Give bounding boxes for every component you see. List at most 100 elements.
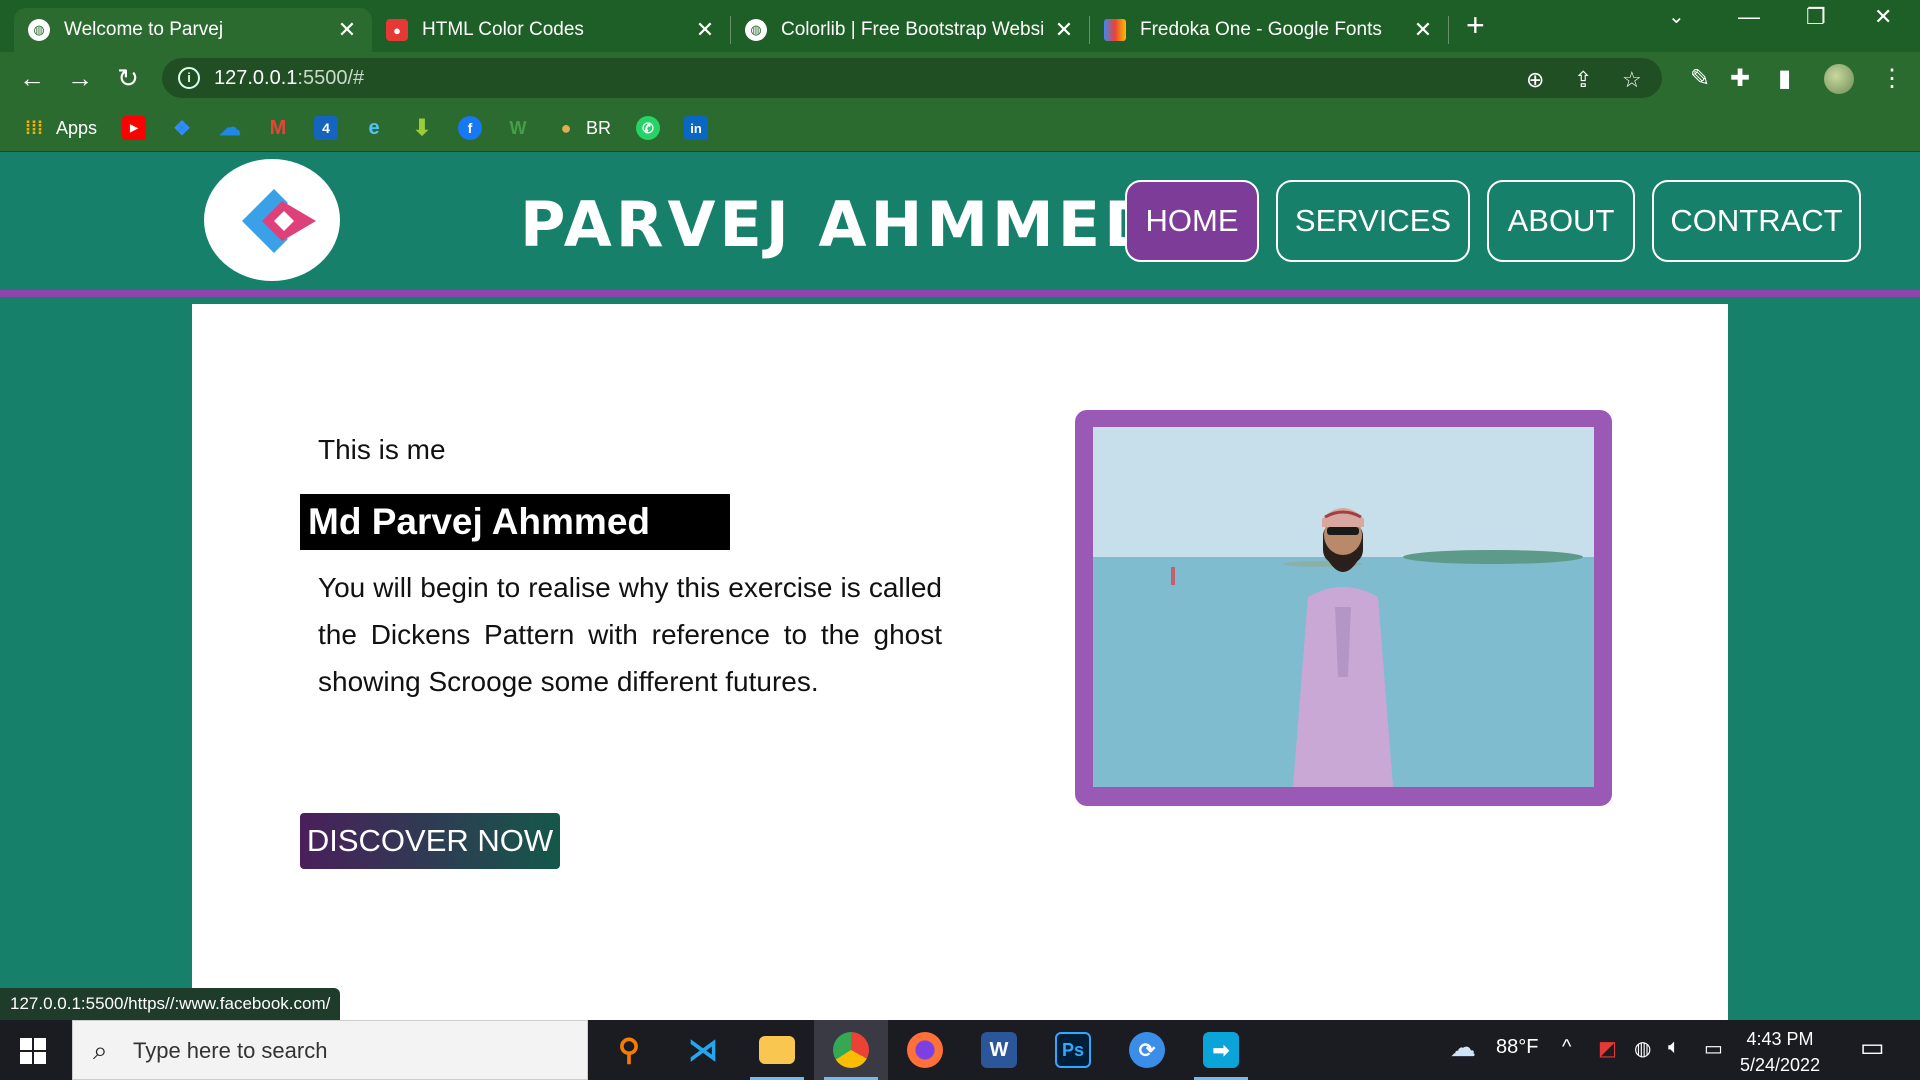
site-info-icon[interactable]: i — [178, 67, 200, 89]
taskbar-clock[interactable]: 4:43 PM 5/24/2022 — [1740, 1026, 1820, 1078]
windows-start-icon[interactable] — [20, 1038, 46, 1064]
name-heading: Md Parvej Ahmmed — [300, 494, 730, 550]
menu-kebab-icon[interactable]: ⋮ — [1880, 64, 1904, 93]
bookmark-linkedin[interactable]: in — [684, 116, 708, 140]
tab-colorlib[interactable]: ◍ Colorlib | Free Bootstrap Website ✕ — [731, 8, 1089, 52]
tab-welcome-to-parvej[interactable]: ◍ Welcome to Parvej ✕ — [14, 8, 372, 52]
share-icon[interactable]: ⇪ — [1574, 67, 1592, 93]
firefox-icon — [907, 1032, 943, 1068]
extension-pen-icon[interactable]: ✎ — [1690, 64, 1710, 93]
url-host: 127.0.0.1 — [214, 67, 298, 89]
bookmark-download[interactable]: ⬇ — [410, 115, 434, 140]
bookmark-edge[interactable]: e — [362, 116, 386, 140]
extensions-puzzle-icon[interactable]: ✚ — [1730, 64, 1750, 93]
url-text: 127.0.0.1:5500/# — [214, 67, 364, 90]
site-title: PARVEJ AHMMED — [520, 188, 1160, 261]
url-path: :5500/# — [297, 67, 365, 89]
taskbar-search-app[interactable]: ⚲ — [592, 1020, 666, 1080]
search-placeholder: Type here to search — [133, 1038, 328, 1063]
profile-photo — [1093, 427, 1594, 787]
forward-arrow-icon[interactable]: → — [62, 60, 98, 96]
chrome-icon — [833, 1032, 869, 1068]
bookmark-w[interactable]: W — [506, 116, 530, 140]
youtube-icon: ▶ — [122, 116, 146, 140]
photoshop-icon: Ps — [1055, 1032, 1091, 1068]
close-tab-icon[interactable]: ✕ — [1053, 17, 1075, 43]
bookmark-youtube[interactable]: ▶ — [122, 116, 146, 140]
bookmark-facebook[interactable]: f — [458, 116, 482, 140]
magnifier-app-icon: ⚲ — [618, 1033, 640, 1067]
bookmark-star-icon[interactable]: ☆ — [1622, 67, 1642, 93]
download-arrow-icon: ⬇ — [412, 115, 432, 140]
site-logo[interactable] — [204, 159, 340, 281]
profile-avatar[interactable] — [1824, 64, 1854, 94]
weather-cloud-icon[interactable]: ☁ — [1450, 1032, 1476, 1063]
tab-html-color-codes[interactable]: ● HTML Color Codes ✕ — [372, 8, 730, 52]
folder-icon — [759, 1036, 795, 1064]
tray-chevron-up-icon[interactable]: ^ — [1562, 1036, 1571, 1059]
browser-tab-bar: ◍ Welcome to Parvej ✕ ● HTML Color Codes… — [0, 0, 1920, 52]
taskbar-search-box[interactable]: ⌕ Type here to search — [72, 1020, 588, 1080]
side-panel-icon[interactable]: ▮ — [1778, 64, 1791, 93]
discover-now-button[interactable]: DISCOVER NOW — [300, 813, 560, 869]
zoom-icon[interactable]: ⊕ — [1526, 67, 1544, 93]
new-tab-icon[interactable]: + — [1466, 8, 1485, 42]
back-arrow-icon[interactable]: ← — [14, 60, 50, 96]
close-tab-icon[interactable]: ✕ — [694, 17, 716, 43]
edge-icon: e — [368, 116, 380, 139]
notifications-icon[interactable]: ▭ — [1860, 1032, 1885, 1063]
reload-icon[interactable]: ↻ — [110, 60, 146, 96]
acrobat-tray-icon[interactable]: ◩ — [1598, 1036, 1617, 1061]
taskbar-vscode[interactable]: ⋊ — [666, 1020, 740, 1080]
description-text: You will begin to realise why this exerc… — [318, 572, 942, 697]
network-globe-icon[interactable]: ◍ — [1634, 1036, 1651, 1061]
bookmark-4shared[interactable]: 4 — [314, 116, 338, 140]
battery-icon[interactable]: ▭ — [1704, 1036, 1723, 1061]
close-tab-icon[interactable]: ✕ — [1412, 17, 1434, 43]
br-bookmark-icon: ● — [560, 117, 572, 138]
close-tab-icon[interactable]: ✕ — [336, 17, 358, 43]
nav-contract[interactable]: CONTRACT — [1652, 180, 1861, 262]
browser-toolbar: ← → ↻ i 127.0.0.1:5500/# ⊕ ⇪ ☆ ✎ ✚ ▮ ⋮ — [0, 52, 1920, 104]
word-icon: W — [981, 1032, 1017, 1068]
bookmark-onedrive[interactable]: ☁ — [218, 115, 242, 140]
bookmark-whatsapp[interactable]: ✆ — [636, 116, 660, 140]
bookmark-label: Apps — [56, 117, 98, 138]
weather-temperature[interactable]: 88°F — [1496, 1036, 1538, 1059]
link-hover-status: 127.0.0.1:5500/https//:www.facebook.com/ — [0, 988, 341, 1020]
tab-fredoka-one[interactable]: Fredoka One - Google Fonts ✕ — [1090, 8, 1448, 52]
taskbar-photoshop[interactable]: Ps — [1036, 1020, 1110, 1080]
globe-icon: ◍ — [28, 19, 50, 41]
taskbar-sync-app[interactable]: ⟳ — [1110, 1020, 1184, 1080]
nav-services[interactable]: SERVICES — [1276, 180, 1470, 262]
taskbar-file-explorer[interactable] — [740, 1020, 814, 1080]
bookmark-gmail[interactable]: M — [266, 116, 290, 140]
clock-time: 4:43 PM — [1746, 1029, 1814, 1049]
whatsapp-icon: ✆ — [636, 116, 660, 140]
profile-photo-frame — [1075, 410, 1612, 806]
intro-text: This is me — [318, 434, 446, 465]
taskbar-firefox[interactable] — [888, 1020, 962, 1080]
sync-app-icon: ⟳ — [1129, 1032, 1165, 1068]
logo-diamond-icon — [242, 189, 316, 253]
bookmark-br[interactable]: ● BR — [554, 116, 611, 140]
bookmark-apps[interactable]: ⁞⁞⁞ Apps — [22, 116, 97, 140]
globe-icon: ◍ — [745, 19, 767, 41]
remote-app-icon: ➡ — [1203, 1032, 1239, 1068]
taskbar-word[interactable]: W — [962, 1020, 1036, 1080]
nav-home[interactable]: HOME — [1125, 180, 1259, 262]
volume-icon[interactable]: 🔈︎ — [1668, 1036, 1680, 1059]
tab-search-chevron-icon[interactable]: ⌄ — [1668, 4, 1685, 29]
facebook-icon: f — [458, 116, 482, 140]
restore-icon[interactable]: ❐ — [1806, 4, 1826, 30]
bookmarks-bar: ⁞⁞⁞ Apps ▶ ❖ ☁ M 4 e ⬇ f W ● BR ✆ in — [0, 104, 1920, 152]
google-fonts-icon — [1104, 19, 1126, 41]
minimize-icon[interactable]: — — [1738, 4, 1760, 30]
bookmark-label: BR — [586, 117, 612, 138]
bookmark-dropbox[interactable]: ❖ — [170, 116, 194, 140]
taskbar-chrome[interactable] — [814, 1020, 888, 1080]
address-bar[interactable]: i 127.0.0.1:5500/# ⊕ ⇪ ☆ — [162, 58, 1662, 98]
nav-about[interactable]: ABOUT — [1487, 180, 1635, 262]
close-window-icon[interactable]: ✕ — [1874, 4, 1892, 30]
taskbar-remote-app[interactable]: ➡ — [1184, 1020, 1258, 1080]
